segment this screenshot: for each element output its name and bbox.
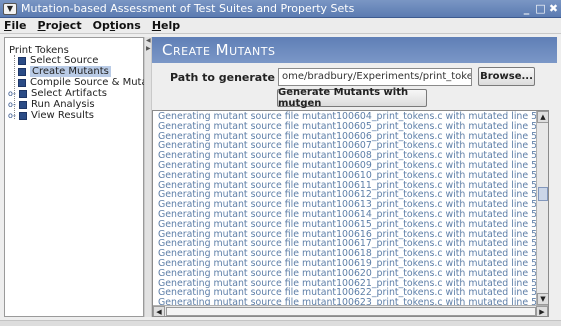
square-bullet-icon [18,56,26,65]
tree-item-run-analysis[interactable]: o- Run Analysis [8,99,95,110]
square-bullet-icon [19,100,27,109]
panel-heading: Create Mutants [162,41,276,59]
minimize-icon[interactable]: _ [520,2,533,15]
generate-mutants-button[interactable]: Generate Mutants with mutgen [277,87,427,109]
horizontal-scrollbar[interactable]: ◀ ▶ [153,305,548,316]
content-panel: Create Mutants Path to generate mutants:… [152,37,557,317]
output-log: Generating mutant source file mutant1006… [158,112,548,308]
tree-item-select-artifacts[interactable]: o- Select Artifacts [8,88,107,99]
square-bullet-icon [19,111,27,120]
horizontal-scroll-thumb[interactable] [166,307,536,316]
output-log-area[interactable]: Generating mutant source file mutant1006… [152,110,549,317]
vertical-scroll-thumb[interactable] [538,187,548,201]
split-pane-divider[interactable]: ◀ ▶ [144,37,152,317]
tree-item-label: Select Source [30,55,99,66]
square-bullet-icon [18,67,26,76]
menu-options[interactable]: Options [93,19,141,32]
tree-item-select-source[interactable]: Select Source [18,55,98,66]
window-title: Mutation-based Assessment of Test Suites… [21,2,355,15]
tree-item-label: Run Analysis [31,99,95,110]
panel-banner: Create Mutants [152,37,557,63]
expand-toggle-icon[interactable]: o- [8,89,18,98]
window-menu-icon[interactable]: ▼ [3,2,17,15]
mutant-path-input[interactable]: ome/bradbury/Experiments/print_tokens/mu… [278,68,472,86]
tree-item-label: Select Artifacts [31,88,107,99]
navigation-tree: Print Tokens Select Source Create Mutant… [4,37,163,317]
window-titlebar: ▼ Mutation-based Assessment of Test Suit… [0,0,561,18]
close-icon[interactable]: ✖ [547,2,560,15]
scroll-up-icon[interactable]: ▲ [537,111,548,123]
scroll-down-icon[interactable]: ▼ [537,293,548,305]
tree-item-compile-source[interactable]: Compile Source & Mutants [18,77,163,88]
expand-toggle-icon[interactable]: o- [8,111,18,120]
menu-file[interactable]: File [4,19,27,32]
square-bullet-icon [19,89,27,98]
menu-project[interactable]: Project [38,19,82,32]
square-bullet-icon [18,78,26,87]
window-bottom-edge [0,320,561,326]
collapse-right-icon[interactable]: ▶ [146,46,151,52]
tree-item-label: Create Mutants [30,66,111,77]
collapse-left-icon[interactable]: ◀ [146,38,151,44]
tree-item-label: View Results [31,110,95,121]
tree-item-view-results[interactable]: o- View Results [8,110,94,121]
tree-item-create-mutants[interactable]: Create Mutants [18,66,111,77]
scroll-right-icon[interactable]: ▶ [536,306,548,316]
browse-button[interactable]: Browse... [478,67,535,86]
expand-toggle-icon[interactable]: o- [8,100,18,109]
maximize-icon[interactable]: □ [534,2,547,15]
menu-help[interactable]: Help [152,19,180,32]
menubar: File Project Options Help [0,18,561,34]
scroll-left-icon[interactable]: ◀ [153,306,165,316]
vertical-scrollbar[interactable]: ▲ ▼ [536,111,548,306]
